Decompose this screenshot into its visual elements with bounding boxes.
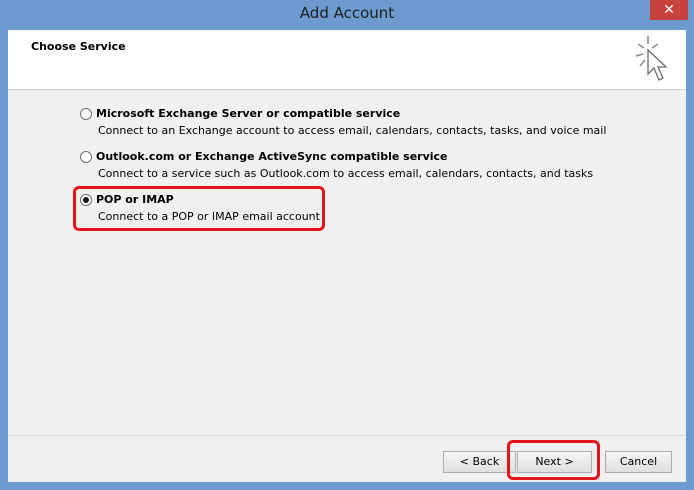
outlook-com-radio[interactable] (80, 151, 92, 163)
pop-imap-highlight (73, 186, 325, 231)
title-bar[interactable]: Add Account ✕ (0, 0, 694, 30)
cancel-button[interactable]: Cancel (605, 451, 672, 473)
cursor-sparkle-icon (635, 36, 668, 81)
close-button[interactable]: ✕ (650, 0, 688, 20)
option-description: Connect to a service such as Outlook.com… (98, 167, 594, 180)
next-highlight (507, 440, 600, 480)
wizard-body: Microsoft Exchange Server or compatible … (8, 90, 686, 482)
option-description: Connect to an Exchange account to access… (98, 124, 607, 137)
exchange-radio[interactable] (80, 108, 92, 120)
option-label[interactable]: Microsoft Exchange Server or compatible … (96, 107, 400, 120)
option-label[interactable]: Outlook.com or Exchange ActiveSync compa… (96, 150, 448, 163)
back-button[interactable]: < Back (443, 451, 516, 473)
wizard-header: Choose Service (8, 30, 686, 90)
window-title: Add Account (299, 4, 395, 22)
add-account-window: Add Account ✕ Choose Service Microsoft E… (0, 0, 694, 490)
footer-divider (8, 435, 686, 436)
page-title: Choose Service (31, 40, 126, 53)
